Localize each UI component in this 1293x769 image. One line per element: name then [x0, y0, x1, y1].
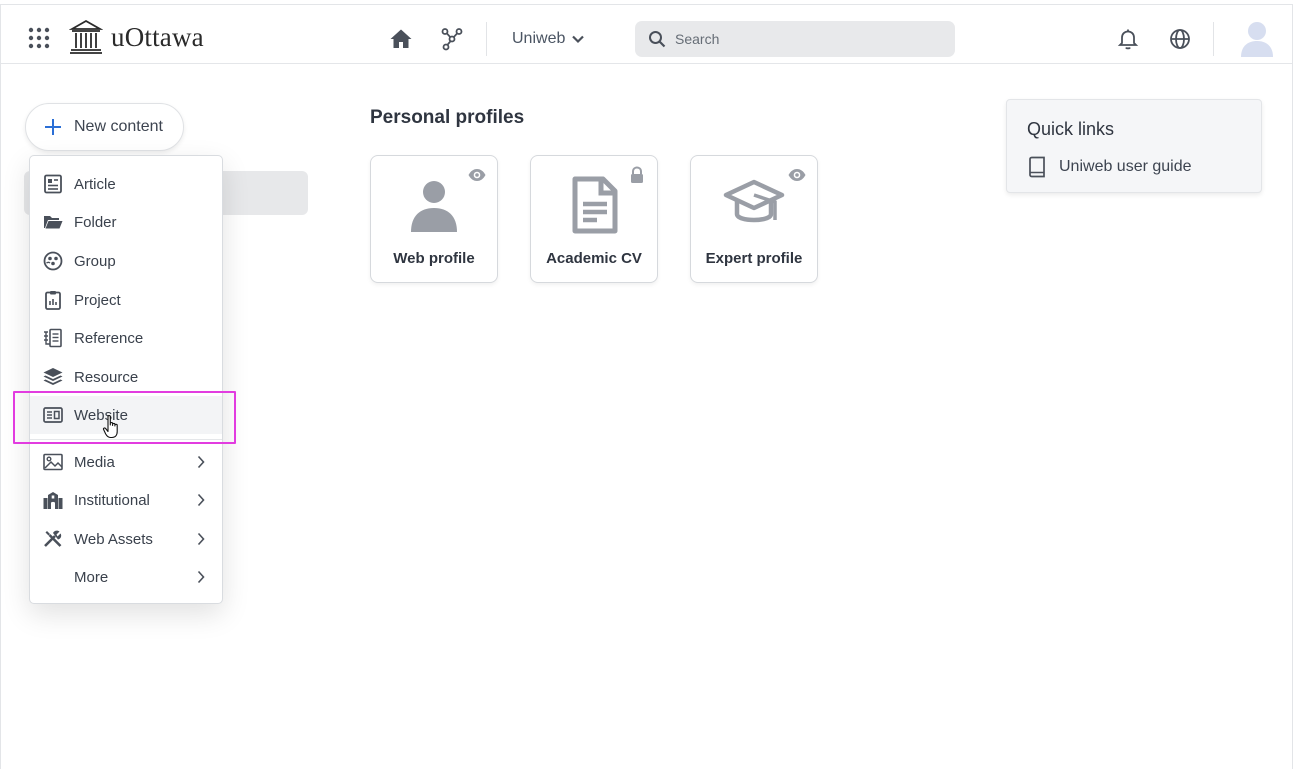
chevron-right-icon [197, 493, 205, 507]
lock-icon [631, 166, 643, 183]
plus-icon [45, 119, 61, 135]
bell-icon[interactable] [1116, 27, 1140, 51]
search-input[interactable] [675, 31, 935, 47]
logo-text: uOttawa [111, 21, 204, 52]
header-divider [486, 22, 487, 56]
person-icon [411, 181, 457, 232]
workspace-label: Uniweb [512, 30, 566, 47]
quick-link-user-guide[interactable]: Uniweb user guide [1027, 155, 1192, 179]
project-clipboard-icon [45, 291, 61, 310]
eye-icon [788, 169, 806, 181]
menu-item-label: Project [74, 291, 121, 309]
profile-card-label: Expert profile [705, 250, 803, 267]
menu-item-label: Media [74, 453, 115, 471]
article-icon [44, 174, 62, 194]
folder-open-icon [44, 216, 63, 229]
book-icon [1029, 156, 1045, 178]
new-content-label: New content [74, 118, 163, 135]
graduation-cap-icon [723, 179, 785, 223]
image-icon [43, 453, 63, 471]
menu-separator [30, 439, 222, 440]
new-content-button[interactable]: New content [25, 103, 184, 151]
globe-icon[interactable] [1168, 27, 1192, 51]
menu-item-label: More [74, 568, 109, 586]
menu-item-article[interactable]: Article [30, 165, 222, 203]
apps-grid-icon[interactable] [28, 27, 50, 49]
tools-icon [44, 530, 62, 547]
workspace-selector[interactable]: Uniweb [512, 25, 585, 53]
menu-item-reference[interactable]: Reference [30, 319, 222, 357]
menu-item-website[interactable]: Website [30, 396, 222, 434]
header-divider [1213, 22, 1214, 56]
menu-item-folder[interactable]: Folder [30, 203, 222, 241]
eye-icon [468, 169, 486, 181]
menu-item-group[interactable]: Group [30, 242, 222, 280]
menu-item-label: Institutional [74, 491, 150, 509]
university-building-icon [69, 19, 103, 54]
user-avatar[interactable] [1239, 19, 1275, 57]
menu-item-label: Resource [74, 368, 139, 386]
menu-item-label: Article [74, 175, 116, 193]
top-header: uOttawa Uniweb [1, 5, 1292, 64]
network-graph-icon[interactable] [440, 27, 464, 51]
menu-item-web-assets[interactable]: Web Assets [30, 520, 222, 558]
chevron-down-icon [572, 35, 585, 44]
quick-links-title: Quick links [1027, 119, 1115, 139]
profile-card-academic-cv[interactable]: Academic CV [530, 155, 658, 283]
quick-links-panel: Quick links Uniweb user guide [1006, 99, 1262, 193]
profile-card-web-profile[interactable]: Web profile [370, 155, 498, 283]
search-box[interactable] [635, 21, 955, 57]
menu-item-label: Website [74, 406, 128, 424]
home-icon[interactable] [389, 27, 413, 51]
new-content-menu: Article Folder Group Project Reference R… [29, 155, 223, 604]
menu-item-label: Group [74, 252, 116, 270]
menu-item-label: Reference [74, 329, 144, 347]
personal-profiles-title: Personal profiles [370, 107, 525, 128]
menu-item-media[interactable]: Media [30, 443, 222, 481]
chevron-right-icon [197, 570, 205, 584]
menu-item-institutional[interactable]: Institutional [30, 481, 222, 519]
menu-item-label: Folder [74, 213, 117, 231]
institution-icon [43, 492, 63, 509]
profile-card-label: Academic CV [546, 250, 642, 267]
document-icon [572, 176, 618, 234]
group-icon [43, 251, 63, 271]
chevron-right-icon [197, 455, 205, 469]
menu-item-project[interactable]: Project [30, 281, 222, 319]
layers-icon [43, 368, 63, 385]
reference-icon [44, 328, 62, 348]
profile-card-expert-profile[interactable]: Expert profile [690, 155, 818, 283]
menu-item-label: Web Assets [74, 530, 153, 548]
chevron-right-icon [197, 532, 205, 546]
search-icon [649, 31, 666, 48]
quick-link-label: Uniweb user guide [1059, 158, 1192, 175]
menu-item-more[interactable]: More [30, 558, 222, 596]
website-icon [43, 407, 63, 423]
profile-card-label: Web profile [393, 250, 475, 267]
menu-item-resource[interactable]: Resource [30, 358, 222, 396]
uottawa-logo[interactable]: uOttawa [69, 19, 204, 55]
